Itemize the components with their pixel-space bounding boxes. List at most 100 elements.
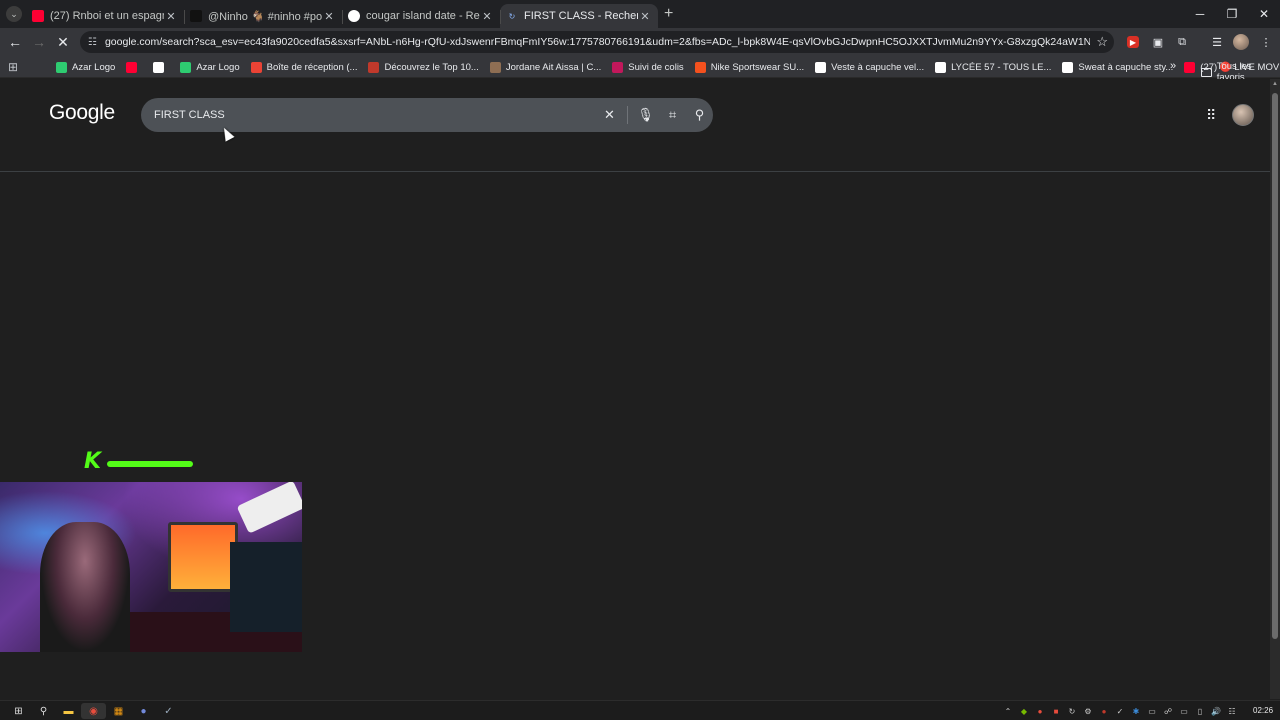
scroll-up-icon[interactable]: ▲	[1272, 81, 1278, 87]
apps-grid-icon[interactable]: ⊞	[8, 60, 18, 74]
webcam-pc-case	[168, 522, 238, 592]
settings-tray-icon[interactable]: ⚙	[1080, 704, 1096, 718]
display-tray-icon[interactable]: ▭	[1176, 704, 1192, 718]
clear-search-icon[interactable]: ✕	[596, 98, 623, 132]
google-logo[interactable]: Google	[49, 101, 115, 125]
webcam-overlay	[0, 482, 302, 652]
gmail-icon	[250, 61, 262, 73]
language-tray-icon[interactable]: ☷	[1224, 704, 1240, 718]
scrollbar-thumb[interactable]	[1272, 93, 1278, 639]
account-avatar[interactable]	[1232, 104, 1254, 126]
browser-tab[interactable]: (27) Rnboi et un espagnol chan✕	[26, 4, 184, 28]
tiktok-icon	[190, 10, 202, 22]
bluetooth-icon[interactable]: ✱	[1128, 704, 1144, 718]
tab-close-icon[interactable]: ✕	[164, 10, 178, 23]
bookmark-label: Découvrez le Top 10...	[384, 61, 479, 73]
app-icon[interactable]: ▦	[106, 703, 131, 719]
bookmark-item[interactable]: Azar Logo	[180, 61, 240, 73]
school-icon	[935, 61, 947, 73]
tab-title: cougar island date - Recherche	[366, 10, 480, 22]
more-menu-icon[interactable]: ⋮	[1258, 34, 1274, 50]
bookmark-item[interactable]: Sweat à capuche sty...	[1062, 61, 1174, 73]
bookmark-item[interactable]: Veste à capuche vel...	[815, 61, 924, 73]
bookmark-item[interactable]: Suivi de colis	[612, 61, 684, 73]
shop-icon	[815, 61, 827, 73]
page-scrollbar[interactable]: ▲	[1270, 79, 1280, 699]
youtube-icon	[1184, 61, 1196, 73]
profile-avatar-small[interactable]	[1233, 34, 1249, 50]
mic-tray-icon[interactable]: ●	[1032, 704, 1048, 718]
azar-icon	[180, 61, 192, 73]
volume-icon[interactable]: 🔊	[1208, 704, 1224, 718]
tab-strip: ⌄ (27) Rnboi et un espagnol chan✕@Ninho …	[0, 0, 1280, 28]
steam-icon[interactable]: ✓	[156, 703, 181, 719]
chat-tray-icon[interactable]: ▭	[1144, 704, 1160, 718]
tab-close-icon[interactable]: ✕	[638, 10, 652, 23]
tab-title: @Ninho 🐐 #ninho #pourtoi #	[208, 10, 322, 23]
lens-camera-icon[interactable]: ⌗	[659, 98, 686, 132]
bookmark-item[interactable]: Nike Sportswear SU...	[694, 61, 805, 73]
bookmark-item[interactable]: Découvrez le Top 10...	[368, 61, 479, 73]
bookmark-item[interactable]	[126, 61, 142, 73]
back-icon[interactable]: ←	[6, 33, 24, 51]
file-explorer-icon[interactable]: ▬	[56, 703, 81, 719]
bookmark-label: LYCÉE 57 - TOUS LE...	[951, 61, 1052, 73]
browser-tab[interactable]: ↻ FIRST CLASS - Recherche Goog✕	[500, 4, 658, 28]
close-icon[interactable]: ✕	[1248, 0, 1280, 28]
extension-grey-icon[interactable]: ▣	[1150, 34, 1166, 50]
new-tab-button[interactable]: +	[664, 5, 673, 23]
steam-tray-icon[interactable]: ✓	[1112, 704, 1128, 718]
bookmarks-overflow-icon[interactable]: »	[1170, 60, 1176, 72]
minimize-icon[interactable]: ─	[1184, 0, 1216, 28]
tab-list: (27) Rnboi et un espagnol chan✕@Ninho 🐐 …	[26, 2, 658, 28]
site-info-icon[interactable]: ☷	[88, 37, 97, 48]
bookmark-label: Nike Sportswear SU...	[710, 61, 805, 73]
search-input[interactable]: FIRST CLASS	[154, 109, 596, 121]
bookmark-star-icon[interactable]: ☆	[1096, 34, 1108, 50]
youtube-icon	[126, 61, 138, 73]
window-controls: ─ ❐ ✕	[1184, 0, 1280, 28]
tab-search-button[interactable]: ⌄	[6, 6, 22, 22]
address-bar[interactable]: ☷ google.com/search?sca_esv=ec43fa9020ce…	[80, 31, 1114, 53]
discord-icon[interactable]: ●	[131, 703, 156, 719]
system-tray: ⌃ ◆ ● ■ ↻ ⚙ ● ✓ ✱ ▭ ☍ ▭ ▯ 🔊 ☷	[1000, 704, 1240, 718]
sync-tray-icon[interactable]: ↻	[1064, 704, 1080, 718]
bookmark-item[interactable]: Jordane Ait Aissa | C...	[489, 61, 602, 73]
reading-list-icon[interactable]: ☰	[1209, 34, 1225, 50]
extension-red-icon[interactable]: ▶	[1127, 36, 1139, 48]
bookmark-item[interactable]: Azar Logo	[56, 61, 116, 73]
start-icon[interactable]: ⊞	[6, 703, 31, 719]
bookmark-item[interactable]: LYCÉE 57 - TOUS LE...	[935, 61, 1052, 73]
bookmark-label: Jordane Ait Aissa | C...	[505, 61, 602, 73]
record-tray-icon[interactable]: ■	[1048, 704, 1064, 718]
browser-tab[interactable]: cougar island date - Recherche✕	[342, 4, 500, 28]
restore-icon[interactable]: ❐	[1216, 0, 1248, 28]
header-divider	[0, 171, 1270, 172]
tab-close-icon[interactable]: ✕	[322, 10, 336, 23]
search-icon[interactable]: ⚲	[686, 98, 713, 132]
google-apps-icon[interactable]: ⠿	[1206, 107, 1216, 124]
browser-tab[interactable]: @Ninho 🐐 #ninho #pourtoi #✕	[184, 4, 342, 28]
taskbar-clock[interactable]: 02:26	[1253, 706, 1273, 715]
kick-logo-overlay: K	[84, 449, 194, 474]
network-tray-icon[interactable]: ☍	[1160, 704, 1176, 718]
tray-arrow-icon[interactable]: ⌃	[1000, 704, 1016, 718]
microphone-icon[interactable]: 🎙	[632, 98, 659, 132]
search-icon[interactable]: ⚲	[31, 703, 56, 719]
nvidia-icon[interactable]: ◆	[1016, 704, 1032, 718]
address-url[interactable]: google.com/search?sca_esv=ec43fa9020cedf…	[105, 36, 1090, 48]
bookmark-item[interactable]: Boîte de réception (...	[250, 61, 357, 73]
app-tray-icon[interactable]: ●	[1096, 704, 1112, 718]
battery-tray-icon[interactable]: ▯	[1192, 704, 1208, 718]
chrome-icon[interactable]: ◉	[81, 703, 106, 719]
extensions-puzzle-icon[interactable]: ⧉	[1174, 34, 1190, 50]
parcel-icon	[612, 61, 624, 73]
webcam-monitor	[230, 542, 302, 632]
forward-icon[interactable]: →	[30, 33, 48, 51]
tab-close-icon[interactable]: ✕	[480, 10, 494, 23]
bookmark-item[interactable]	[153, 61, 169, 73]
bookmark-label: Azar Logo	[72, 61, 116, 73]
stop-loading-icon[interactable]: ✕	[54, 33, 72, 51]
tab-title: (27) Rnboi et un espagnol chan	[50, 10, 164, 22]
bookmark-label: Sweat à capuche sty...	[1078, 61, 1174, 73]
